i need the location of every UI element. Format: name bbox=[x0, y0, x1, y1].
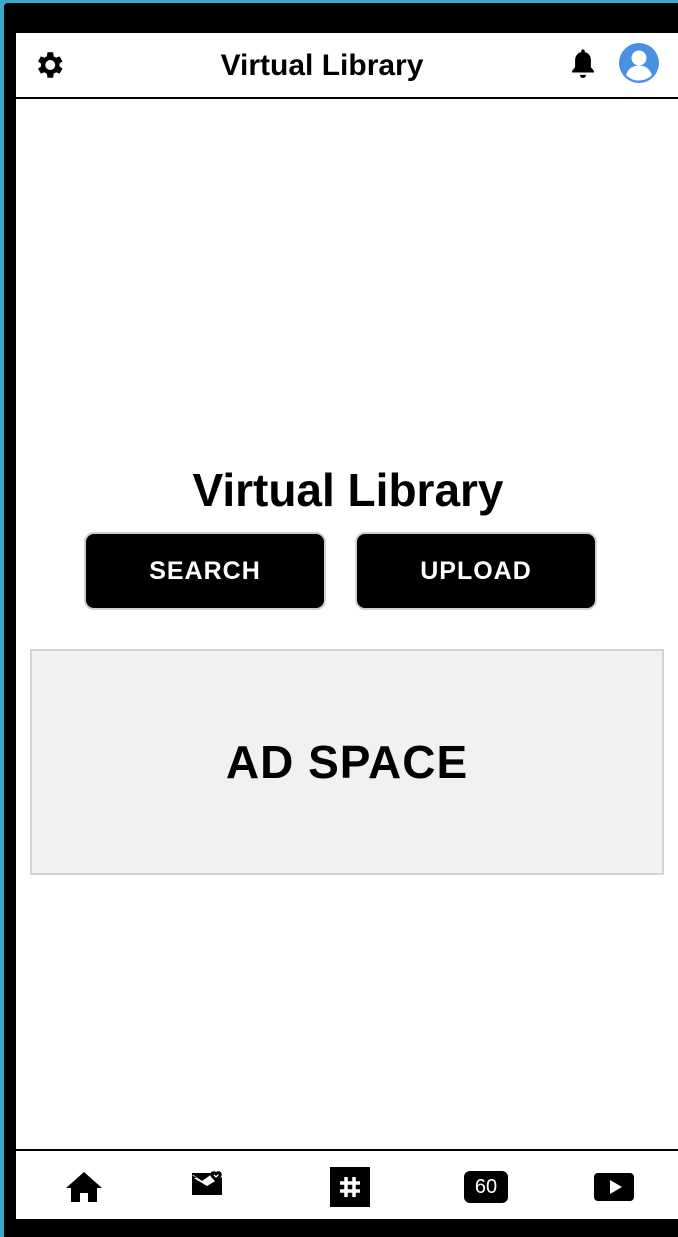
home-icon[interactable] bbox=[62, 1167, 106, 1207]
user-avatar-icon[interactable] bbox=[618, 42, 660, 84]
page-title: Virtual Library bbox=[192, 464, 504, 516]
bottom-nav: 60 bbox=[16, 1149, 678, 1219]
device-frame: Virtual Library Virtual Library SEARCH U… bbox=[4, 3, 678, 1237]
sixty-label: 60 bbox=[464, 1171, 508, 1203]
play-icon[interactable] bbox=[592, 1167, 636, 1207]
mail-heart-icon[interactable] bbox=[186, 1161, 230, 1201]
header-title: Virtual Library bbox=[220, 49, 424, 82]
gear-icon[interactable] bbox=[32, 48, 66, 82]
top-bar: Virtual Library bbox=[16, 33, 678, 99]
app-screen: Virtual Library Virtual Library SEARCH U… bbox=[16, 33, 678, 1219]
upload-button[interactable]: UPLOAD bbox=[355, 532, 597, 610]
search-button[interactable]: SEARCH bbox=[84, 532, 326, 610]
bell-icon[interactable] bbox=[568, 47, 598, 81]
ad-space: AD SPACE bbox=[30, 649, 664, 875]
hashtag-icon[interactable] bbox=[328, 1167, 372, 1207]
sixty-badge-icon[interactable]: 60 bbox=[464, 1167, 508, 1207]
